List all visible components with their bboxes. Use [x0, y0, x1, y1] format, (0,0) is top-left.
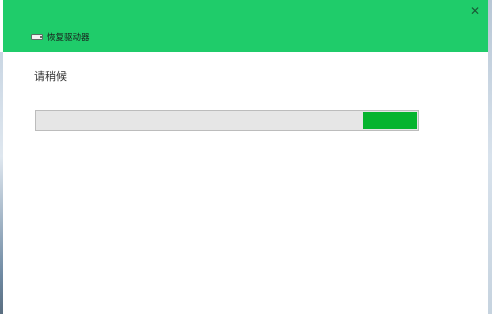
drive-icon [31, 34, 43, 40]
close-button[interactable]: ✕ [468, 4, 482, 18]
window-title: 恢复驱动器 [47, 33, 90, 43]
progress-bar [35, 110, 419, 131]
screen: ✕ 恢复驱动器 请稍候 [0, 0, 492, 314]
close-icon: ✕ [469, 4, 481, 18]
window-title-group: 恢复驱动器 [31, 31, 90, 43]
status-message: 请稍候 [34, 70, 67, 83]
title-bar: ✕ 恢复驱动器 [3, 0, 488, 52]
desktop-edge-right [488, 0, 492, 314]
recovery-drive-window: ✕ 恢复驱动器 请稍候 [3, 0, 488, 314]
progress-fill [362, 112, 417, 129]
